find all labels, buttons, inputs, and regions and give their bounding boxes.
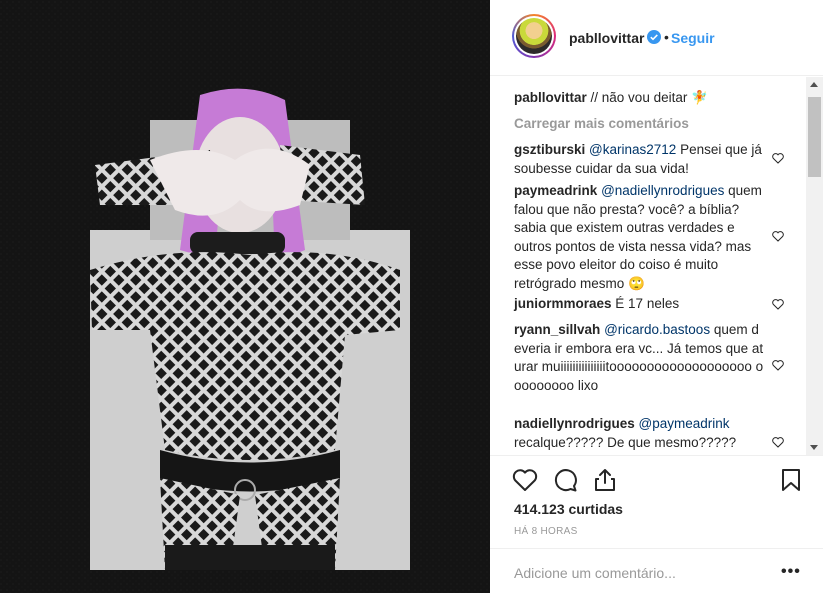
more-options-icon[interactable]: •••	[781, 563, 801, 581]
comment-item: paymeadrink @nadiellynrodrigues quem fal…	[514, 182, 764, 293]
add-comment-input[interactable]	[514, 563, 764, 583]
comment-text: É 17 neles	[615, 296, 680, 311]
post-header: pabllovittar • Seguir	[490, 0, 823, 76]
comment-item: gsztiburski @karinas2712 Pensei que já s…	[514, 141, 764, 178]
comments-list[interactable]: pabllovittar // não vou deitar 🧚 Carrega…	[490, 77, 823, 455]
scroll-thumb[interactable]	[808, 97, 821, 177]
comment-mention[interactable]: @paymeadrink	[639, 416, 730, 431]
bookmark-icon[interactable]	[778, 467, 804, 493]
comment-item: ryann_sillvah @ricardo.bastoos quem deve…	[514, 321, 764, 395]
post-photo[interactable]	[0, 0, 490, 593]
like-comment-icon[interactable]	[772, 153, 784, 164]
avatar-image	[516, 18, 552, 54]
comment-mention[interactable]: @nadiellynrodrigues	[601, 183, 724, 198]
share-icon[interactable]	[592, 467, 618, 493]
comment-item: nadiellynrodrigues @paymeadrink recalque…	[514, 415, 764, 452]
comment-username[interactable]: paymeadrink	[514, 183, 597, 198]
comment-mention[interactable]: @karinas2712	[589, 142, 676, 157]
like-comment-icon[interactable]	[772, 299, 784, 310]
post-timestamp: HÁ 8 HORAS	[514, 526, 578, 537]
load-more-comments-button[interactable]: Carregar mais comentários	[514, 116, 689, 131]
comments-scrollbar[interactable]	[806, 77, 823, 455]
comment-username[interactable]: nadiellynrodrigues	[514, 416, 635, 431]
comment-username[interactable]: ryann_sillvah	[514, 322, 600, 337]
caption-text: // não vou deitar 🧚	[590, 90, 708, 105]
comment-icon[interactable]	[552, 467, 578, 493]
follow-button[interactable]: Seguir	[671, 30, 715, 46]
comment-username[interactable]: juniormmoraes	[514, 296, 612, 311]
scroll-down-arrow[interactable]	[810, 445, 818, 450]
hands	[150, 148, 310, 216]
caption: pabllovittar // não vou deitar 🧚	[514, 89, 764, 108]
post-side-panel: pabllovittar • Seguir pabllovittar // nã…	[490, 0, 823, 593]
comment-item: juniormmoraes É 17 neles	[514, 295, 764, 314]
avatar[interactable]	[512, 14, 556, 58]
comment-composer: •••	[490, 548, 823, 593]
comment-mention[interactable]: @ricardo.bastoos	[604, 322, 710, 337]
comment-text: quem falou que não presta? você? a bíbli…	[514, 183, 762, 291]
like-comment-icon[interactable]	[772, 360, 784, 371]
verified-icon	[647, 30, 661, 44]
heart-icon[interactable]	[512, 467, 538, 493]
caption-username[interactable]: pabllovittar	[514, 90, 587, 105]
header-username[interactable]: pabllovittar	[569, 30, 644, 46]
scroll-up-arrow[interactable]	[810, 82, 818, 87]
comment-text: recalque????? De que mesmo?????	[514, 434, 737, 450]
like-comment-icon[interactable]	[772, 437, 784, 448]
post-photo-art	[0, 0, 490, 593]
comment-username[interactable]: gsztiburski	[514, 142, 585, 157]
separator-dot: •	[664, 29, 669, 45]
like-comment-icon[interactable]	[772, 231, 784, 242]
likes-count[interactable]: 414.123 curtidas	[514, 501, 623, 517]
